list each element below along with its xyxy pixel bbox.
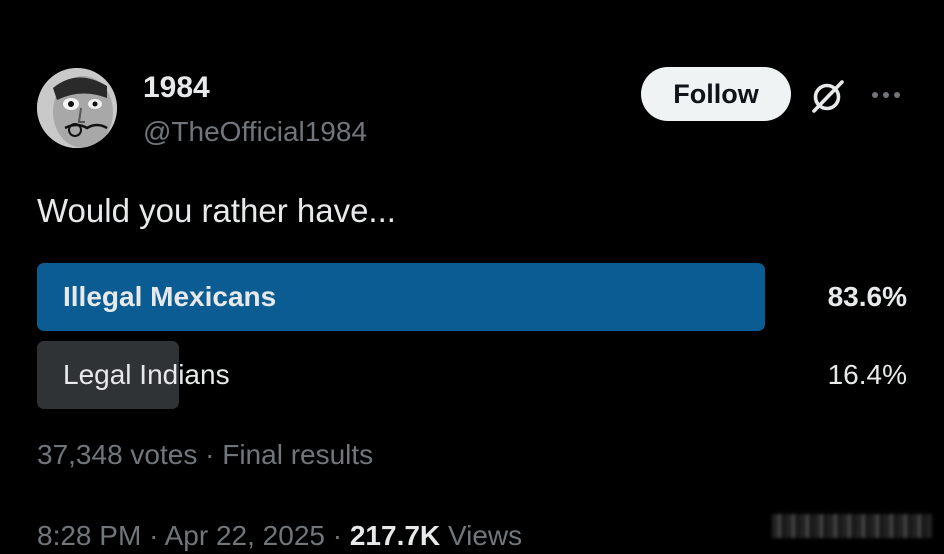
poll-option-label: Illegal Mexicans: [63, 281, 277, 312]
poll-option-percent: 16.4%: [827, 359, 907, 390]
poll-meta: 37,348 votes · Final results: [37, 437, 373, 473]
poll-option-label: Legal Indians: [63, 359, 230, 390]
watermark-logo: [772, 514, 932, 538]
separator-dot: ·: [205, 439, 215, 470]
post-time[interactable]: 8:28 PM: [37, 520, 141, 551]
more-horizontal-icon[interactable]: [866, 80, 906, 110]
display-name[interactable]: 1984: [143, 70, 210, 106]
timestamp-row: 8:28 PM · Apr 22, 2025 · 217.7K Views: [37, 518, 522, 554]
grok-icon[interactable]: [808, 76, 848, 116]
poll-option-percent: 83.6%: [827, 281, 907, 312]
tweet-text: Would you rather have...: [37, 192, 396, 229]
separator-dot: ·: [332, 520, 343, 551]
surreal-face-portrait-icon: [37, 68, 117, 148]
views-count: 217.7K: [349, 520, 441, 551]
poll-vote-count: 37,348 votes: [37, 439, 198, 470]
poll-option: Legal Indians 16.4%: [37, 341, 907, 409]
avatar[interactable]: [37, 68, 117, 148]
separator-dot: ·: [149, 520, 159, 551]
user-handle[interactable]: @TheOfficial1984: [143, 114, 367, 150]
post-date[interactable]: Apr 22, 2025: [165, 520, 325, 551]
poll-option: Illegal Mexicans 83.6%: [37, 263, 907, 331]
poll-status: Final results: [222, 439, 374, 470]
views-label: Views: [447, 520, 523, 551]
follow-button[interactable]: Follow: [641, 67, 791, 121]
